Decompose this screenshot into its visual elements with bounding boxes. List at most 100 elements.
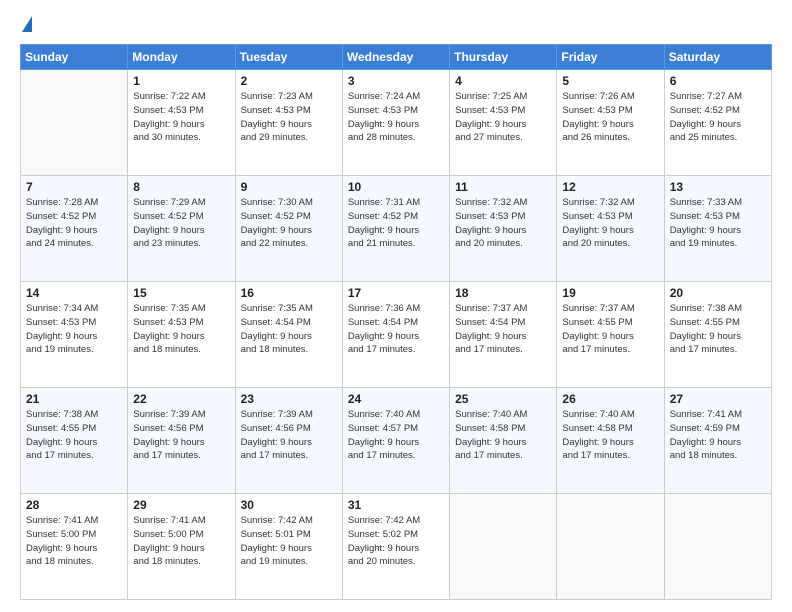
day-number: 20 [670,286,766,300]
day-info: Sunrise: 7:25 AMSunset: 4:53 PMDaylight:… [455,90,551,145]
day-number: 1 [133,74,229,88]
day-number: 8 [133,180,229,194]
calendar-header-thursday: Thursday [450,45,557,70]
day-number: 26 [562,392,658,406]
calendar-cell: 10 Sunrise: 7:31 AMSunset: 4:52 PMDayligh… [342,176,449,282]
day-info: Sunrise: 7:42 AMSunset: 5:02 PMDaylight:… [348,514,444,569]
day-number: 2 [241,74,337,88]
calendar-cell: 5 Sunrise: 7:26 AMSunset: 4:53 PMDaylight… [557,70,664,176]
calendar-week-3: 14 Sunrise: 7:34 AMSunset: 4:53 PMDayligh… [21,282,772,388]
calendar-cell: 17Sunrise: 7:36 AMSunset: 4:54 PMDayligh… [342,282,449,388]
day-number: 21 [26,392,122,406]
calendar-cell: 4 Sunrise: 7:25 AMSunset: 4:53 PMDaylight… [450,70,557,176]
calendar-cell: 2 Sunrise: 7:23 AMSunset: 4:53 PMDaylight… [235,70,342,176]
day-info: Sunrise: 7:40 AMSunset: 4:58 PMDaylight:… [455,408,551,463]
day-number: 14 [26,286,122,300]
day-info: Sunrise: 7:41 AMSunset: 4:59 PMDaylight:… [670,408,766,463]
calendar-table: SundayMondayTuesdayWednesdayThursdayFrid… [20,44,772,600]
day-info: Sunrise: 7:33 AMSunset: 4:53 PMDaylight:… [670,196,766,251]
calendar-cell: 16 Sunrise: 7:35 AMSunset: 4:54 PMDayligh… [235,282,342,388]
calendar-cell: 24 Sunrise: 7:40 AMSunset: 4:57 PMDayligh… [342,388,449,494]
day-number: 31 [348,498,444,512]
day-number: 3 [348,74,444,88]
day-info: Sunrise: 7:41 AMSunset: 5:00 PMDaylight:… [26,514,122,569]
calendar-cell: 8Sunrise: 7:29 AMSunset: 4:52 PMDaylight… [128,176,235,282]
day-number: 29 [133,498,229,512]
logo-triangle-icon [22,16,32,32]
calendar-cell: 21Sunrise: 7:38 AMSunset: 4:55 PMDayligh… [21,388,128,494]
calendar-cell [450,494,557,600]
day-number: 28 [26,498,122,512]
calendar-header-saturday: Saturday [664,45,771,70]
calendar-cell: 26Sunrise: 7:40 AMSunset: 4:58 PMDayligh… [557,388,664,494]
day-info: Sunrise: 7:36 AMSunset: 4:54 PMDaylight:… [348,302,444,357]
calendar-header-tuesday: Tuesday [235,45,342,70]
calendar-header-wednesday: Wednesday [342,45,449,70]
day-number: 22 [133,392,229,406]
day-info: Sunrise: 7:32 AMSunset: 4:53 PMDaylight:… [455,196,551,251]
day-number: 7 [26,180,122,194]
day-info: Sunrise: 7:37 AMSunset: 4:54 PMDaylight:… [455,302,551,357]
calendar-cell [664,494,771,600]
calendar-cell: 7 Sunrise: 7:28 AMSunset: 4:52 PMDaylight… [21,176,128,282]
day-info: Sunrise: 7:31 AMSunset: 4:52 PMDaylight:… [348,196,444,251]
calendar-cell: 31 Sunrise: 7:42 AMSunset: 5:02 PMDayligh… [342,494,449,600]
calendar-week-5: 28 Sunrise: 7:41 AMSunset: 5:00 PMDayligh… [21,494,772,600]
logo [20,16,32,34]
day-info: Sunrise: 7:34 AMSunset: 4:53 PMDaylight:… [26,302,122,357]
day-number: 25 [455,392,551,406]
day-info: Sunrise: 7:28 AMSunset: 4:52 PMDaylight:… [26,196,122,251]
calendar-cell: 23Sunrise: 7:39 AMSunset: 4:56 PMDayligh… [235,388,342,494]
day-info: Sunrise: 7:35 AMSunset: 4:54 PMDaylight:… [241,302,337,357]
calendar-cell: 3 Sunrise: 7:24 AMSunset: 4:53 PMDaylight… [342,70,449,176]
calendar-cell: 13 Sunrise: 7:33 AMSunset: 4:53 PMDayligh… [664,176,771,282]
header [20,16,772,34]
calendar-cell: 29Sunrise: 7:41 AMSunset: 5:00 PMDayligh… [128,494,235,600]
calendar-cell: 28 Sunrise: 7:41 AMSunset: 5:00 PMDayligh… [21,494,128,600]
day-number: 10 [348,180,444,194]
day-number: 13 [670,180,766,194]
day-number: 6 [670,74,766,88]
day-info: Sunrise: 7:27 AMSunset: 4:52 PMDaylight:… [670,90,766,145]
day-info: Sunrise: 7:39 AMSunset: 4:56 PMDaylight:… [241,408,337,463]
day-number: 27 [670,392,766,406]
calendar-cell [557,494,664,600]
day-number: 16 [241,286,337,300]
calendar-cell: 27 Sunrise: 7:41 AMSunset: 4:59 PMDayligh… [664,388,771,494]
day-number: 12 [562,180,658,194]
calendar-cell: 15 Sunrise: 7:35 AMSunset: 4:53 PMDayligh… [128,282,235,388]
calendar-cell [21,70,128,176]
day-info: Sunrise: 7:38 AMSunset: 4:55 PMDaylight:… [670,302,766,357]
calendar-cell: 1 Sunrise: 7:22 AMSunset: 4:53 PMDaylight… [128,70,235,176]
day-info: Sunrise: 7:24 AMSunset: 4:53 PMDaylight:… [348,90,444,145]
calendar-cell: 9Sunrise: 7:30 AMSunset: 4:52 PMDaylight… [235,176,342,282]
calendar-header-row: SundayMondayTuesdayWednesdayThursdayFrid… [21,45,772,70]
calendar-week-4: 21Sunrise: 7:38 AMSunset: 4:55 PMDayligh… [21,388,772,494]
day-info: Sunrise: 7:42 AMSunset: 5:01 PMDaylight:… [241,514,337,569]
day-info: Sunrise: 7:40 AMSunset: 4:57 PMDaylight:… [348,408,444,463]
day-info: Sunrise: 7:32 AMSunset: 4:53 PMDaylight:… [562,196,658,251]
page: SundayMondayTuesdayWednesdayThursdayFrid… [0,0,792,612]
calendar-week-1: 1 Sunrise: 7:22 AMSunset: 4:53 PMDaylight… [21,70,772,176]
day-number: 24 [348,392,444,406]
calendar-cell: 30Sunrise: 7:42 AMSunset: 5:01 PMDayligh… [235,494,342,600]
calendar-header-monday: Monday [128,45,235,70]
calendar-cell: 20 Sunrise: 7:38 AMSunset: 4:55 PMDayligh… [664,282,771,388]
day-info: Sunrise: 7:35 AMSunset: 4:53 PMDaylight:… [133,302,229,357]
calendar-header-sunday: Sunday [21,45,128,70]
day-info: Sunrise: 7:22 AMSunset: 4:53 PMDaylight:… [133,90,229,145]
calendar-cell: 14 Sunrise: 7:34 AMSunset: 4:53 PMDayligh… [21,282,128,388]
calendar-cell: 12 Sunrise: 7:32 AMSunset: 4:53 PMDayligh… [557,176,664,282]
day-number: 4 [455,74,551,88]
calendar-cell: 18 Sunrise: 7:37 AMSunset: 4:54 PMDayligh… [450,282,557,388]
day-number: 5 [562,74,658,88]
calendar-cell: 6 Sunrise: 7:27 AMSunset: 4:52 PMDaylight… [664,70,771,176]
day-info: Sunrise: 7:26 AMSunset: 4:53 PMDaylight:… [562,90,658,145]
day-number: 15 [133,286,229,300]
day-number: 19 [562,286,658,300]
calendar-cell: 22Sunrise: 7:39 AMSunset: 4:56 PMDayligh… [128,388,235,494]
day-info: Sunrise: 7:23 AMSunset: 4:53 PMDaylight:… [241,90,337,145]
day-number: 11 [455,180,551,194]
day-number: 18 [455,286,551,300]
day-info: Sunrise: 7:30 AMSunset: 4:52 PMDaylight:… [241,196,337,251]
